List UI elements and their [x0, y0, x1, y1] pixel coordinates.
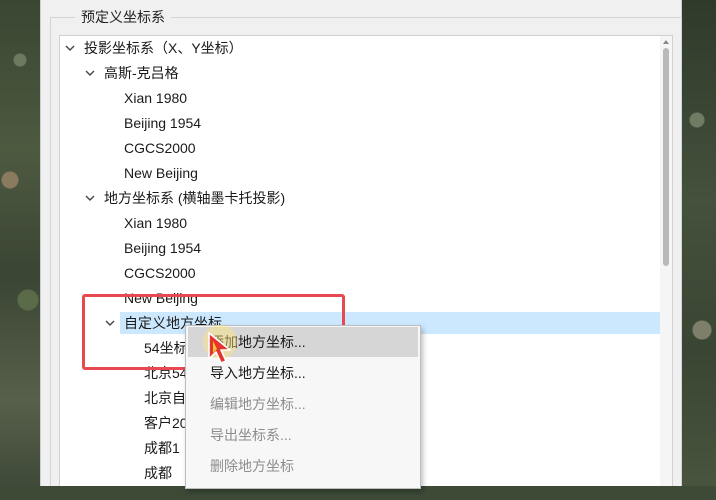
context-menu-item: 删除地方坐标: [210, 458, 294, 474]
map-background-left: [0, 0, 40, 500]
tree-item[interactable]: 投影坐标系（X、Y坐标）: [60, 37, 660, 59]
tree-item-label: 客户20: [144, 415, 188, 431]
tree-item[interactable]: CGCS2000: [60, 137, 660, 159]
tree-item-label: 地方坐标系 (横轴墨卡托投影): [104, 190, 286, 206]
tree-item-label: Beijing 1954: [124, 115, 202, 131]
tree-item-label: 成都: [144, 465, 172, 481]
tree-item[interactable]: 高斯-克吕格: [60, 62, 660, 84]
tree-item[interactable]: Beijing 1954: [60, 112, 660, 134]
mouse-pointer-icon: [208, 332, 231, 364]
context-menu-item: 编辑地方坐标...: [210, 396, 306, 412]
tree-item-label: Xian 1980: [124, 90, 188, 106]
tree-item-label: 北京自: [144, 390, 186, 406]
tree-item[interactable]: 地方坐标系 (横轴墨卡托投影): [60, 187, 660, 209]
scrollbar-thumb[interactable]: [663, 48, 669, 266]
tree-item[interactable]: Xian 1980: [60, 212, 660, 234]
chevron-down-icon[interactable]: [63, 37, 77, 59]
tree-item-label: 投影坐标系（X、Y坐标）: [84, 40, 243, 56]
tree-item-label: CGCS2000: [124, 140, 196, 156]
tree-item-label: 成都1: [144, 440, 180, 456]
tree-item[interactable]: CGCS2000: [60, 262, 660, 284]
context-menu-item: 导出坐标系...: [210, 427, 292, 443]
tree-item[interactable]: Beijing 1954: [60, 237, 660, 259]
chevron-down-icon[interactable]: [83, 62, 97, 84]
tree-vertical-scrollbar[interactable]: [660, 36, 672, 486]
tree-item[interactable]: Xian 1980: [60, 87, 660, 109]
tree-item-label: CGCS2000: [124, 265, 196, 281]
tree-item-label: Xian 1980: [124, 215, 188, 231]
tree-item-label: New Beijing: [124, 165, 198, 181]
tree-item[interactable]: New Beijing: [60, 162, 660, 184]
chevron-down-icon[interactable]: [83, 187, 97, 209]
map-background-right: [682, 0, 716, 500]
tree-item-label: 高斯-克吕格: [104, 65, 179, 81]
scroll-up-arrow-icon[interactable]: [663, 40, 669, 44]
tree-item-label: Beijing 1954: [124, 240, 202, 256]
group-title: 预定义坐标系: [75, 8, 171, 26]
